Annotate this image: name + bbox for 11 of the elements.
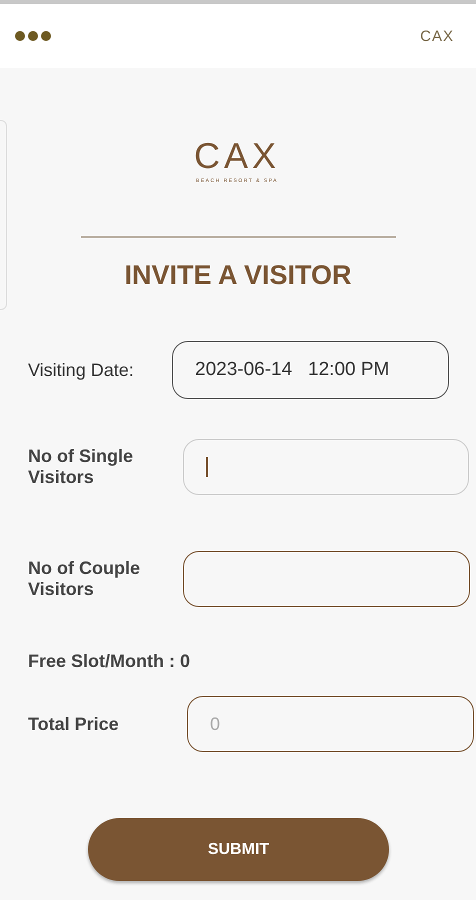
field-label: No of Couple Visitors: [28, 558, 141, 600]
page-title: INVITE A VISITOR: [123, 260, 353, 291]
input-field[interactable]: 2023-06-14 12:00 PM: [172, 341, 449, 399]
field-label: Visiting Date:: [28, 360, 135, 380]
header-logo: CAX: [420, 28, 454, 44]
submit-button[interactable]: SUBMIT: [88, 818, 389, 881]
field-label: Total Price: [28, 714, 120, 734]
free-slot-text: Free Slot/Month : 0: [27, 651, 191, 672]
input-field[interactable]: 0: [187, 696, 474, 752]
field-label: No of Single Visitors: [28, 446, 134, 488]
brand-logo: CAX: [194, 138, 280, 174]
